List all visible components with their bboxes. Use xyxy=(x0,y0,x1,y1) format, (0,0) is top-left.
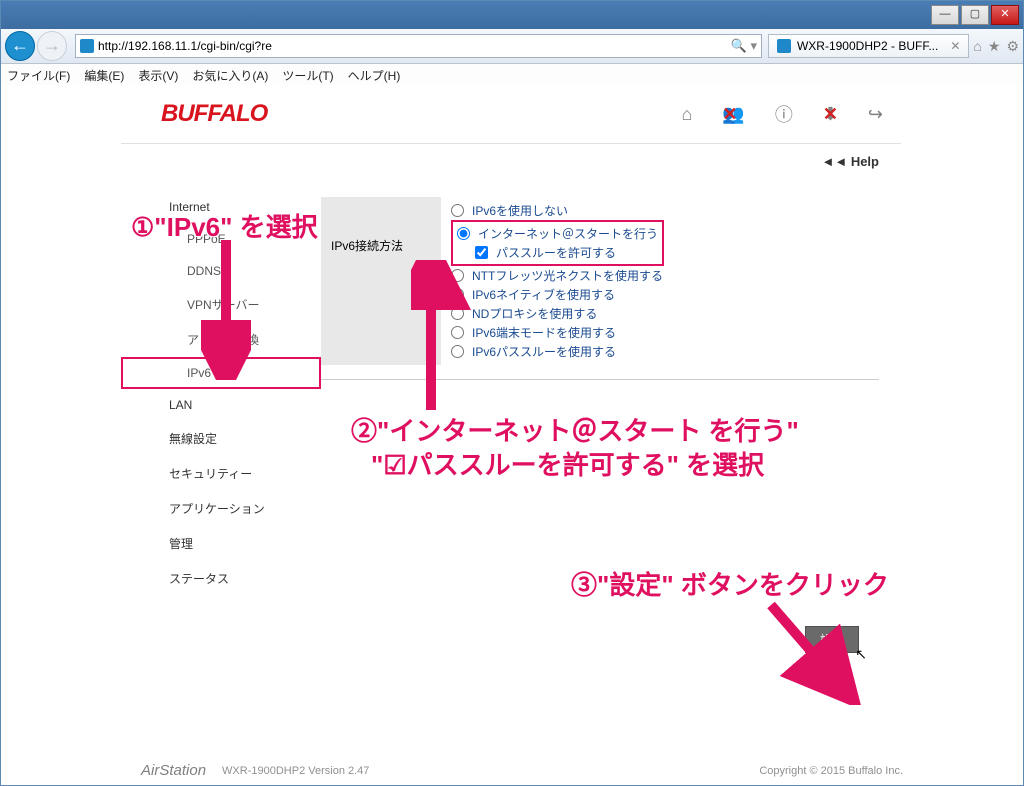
sidebar-item-security[interactable]: セキュリティー xyxy=(121,456,321,491)
address-bar[interactable]: http://192.168.11.1/cgi-bin/cgi?re 🔍 ▾ xyxy=(75,34,762,58)
header-icon-row: ⌂ 👥 ⓘ ⬇ ↪ xyxy=(682,101,883,127)
browser-menubar: ファイル(F) 編集(E) 表示(V) お気に入り(A) ツール(T) ヘルプ(… xyxy=(1,64,1023,87)
sidebar-item-ipv6[interactable]: IPv6 xyxy=(121,357,321,389)
url-text: http://192.168.11.1/cgi-bin/cgi?re xyxy=(98,39,272,53)
maximize-button[interactable]: ▢ xyxy=(961,5,989,25)
favicon-icon xyxy=(80,39,94,53)
tools-icon[interactable]: ⚙ xyxy=(1006,38,1019,55)
page-header: BUFFALO ⌂ 👥 ⓘ ⬇ ↪ xyxy=(121,85,901,144)
divider xyxy=(321,379,879,380)
tab-close-icon[interactable]: ✕ xyxy=(950,39,960,53)
mouse-cursor-icon: ↖ xyxy=(855,646,867,663)
sidebar-item-pppoe[interactable]: PPPoE xyxy=(121,223,321,255)
ipv6-option-passthrough-allow[interactable]: パススルーを許可する xyxy=(457,243,658,262)
ipv6-label-atstart: インターネット＠スタートを行う xyxy=(478,225,658,242)
sidebar-item-admin[interactable]: 管理 xyxy=(121,526,321,561)
menu-tools[interactable]: ツール(T) xyxy=(282,67,333,84)
browser-tab[interactable]: WXR-1900DHP2 - BUFF... ✕ xyxy=(768,34,969,58)
sidebar-item-application[interactable]: アプリケーション xyxy=(121,491,321,526)
ie-window: — ▢ ✕ ← → http://192.168.11.1/cgi-bin/cg… xyxy=(0,0,1024,786)
ipv6-radio-ndproxy[interactable] xyxy=(451,307,464,320)
tab-title: WXR-1900DHP2 - BUFF... xyxy=(797,39,938,53)
help-toggle[interactable]: ◄◄ Help xyxy=(121,144,901,179)
disabled-icon-1[interactable]: 👥 xyxy=(722,104,744,125)
copyright: Copyright © 2015 Buffalo Inc. xyxy=(759,765,903,777)
browser-system-icons: ⌂ ★ ⚙ xyxy=(973,38,1019,55)
ipv6-option-ndproxy[interactable]: NDプロキシを使用する xyxy=(451,304,664,323)
disabled-icon-2[interactable]: ⬇ xyxy=(823,104,838,125)
favorites-icon[interactable]: ★ xyxy=(988,38,1001,55)
menu-file[interactable]: ファイル(F) xyxy=(7,67,70,84)
browser-navbar: ← → http://192.168.11.1/cgi-bin/cgi?re 🔍… xyxy=(1,29,1023,64)
ipv6-option-disable[interactable]: IPv6を使用しない xyxy=(451,201,664,220)
browser-viewport: BUFFALO ⌂ 👥 ⓘ ⬇ ↪ ◄◄ Help Internet PPPoE… xyxy=(1,85,1023,785)
ipv6-label-disable: IPv6を使用しない xyxy=(472,202,568,219)
menu-edit[interactable]: 編集(E) xyxy=(84,67,124,84)
sidebar-item-status[interactable]: ステータス xyxy=(121,561,321,596)
home-icon[interactable]: ⌂ xyxy=(682,104,693,125)
sidebar-item-internet[interactable]: Internet xyxy=(121,191,321,223)
highlighted-option-box: インターネット＠スタートを行う パススルーを許可する xyxy=(451,220,664,266)
sidebar-item-ddns[interactable]: DDNS xyxy=(121,255,321,287)
page-footer: AirStation WXR-1900DHP2 Version 2.47 Cop… xyxy=(141,762,903,779)
ipv6-option-native[interactable]: IPv6ネイティブを使用する xyxy=(451,285,664,304)
main-panel: IPv6接続方法 IPv6を使用しない インターネット＠スタートを行う xyxy=(321,179,879,667)
menu-view[interactable]: 表示(V) xyxy=(138,67,178,84)
forward-button[interactable]: → xyxy=(37,31,67,61)
home-icon[interactable]: ⌂ xyxy=(973,38,981,55)
ipv6-radio-atstart[interactable] xyxy=(457,227,470,240)
search-icon[interactable]: 🔍 ▾ xyxy=(731,38,757,54)
router-admin-page: BUFFALO ⌂ 👥 ⓘ ⬇ ↪ ◄◄ Help Internet PPPoE… xyxy=(121,85,901,667)
minimize-button[interactable]: — xyxy=(931,5,959,25)
window-titlebar: — ▢ ✕ xyxy=(1,1,1023,29)
logout-icon[interactable]: ↪ xyxy=(868,104,883,125)
menu-help[interactable]: ヘルプ(H) xyxy=(348,67,401,84)
sidebar-item-wireless[interactable]: 無線設定 xyxy=(121,421,321,456)
tab-favicon-icon xyxy=(777,39,791,53)
back-button[interactable]: ← xyxy=(5,31,35,61)
ipv6-option-terminal[interactable]: IPv6端末モードを使用する xyxy=(451,323,664,342)
ipv6-label-terminal: IPv6端末モードを使用する xyxy=(472,324,616,341)
apply-button[interactable]: 設定 xyxy=(805,626,859,653)
menu-favorites[interactable]: お気に入り(A) xyxy=(192,67,268,84)
ipv6-checkbox-passthrough[interactable] xyxy=(475,246,488,259)
sidebar-item-lan[interactable]: LAN xyxy=(121,389,321,421)
ipv6-label-ndproxy: NDプロキシを使用する xyxy=(472,305,597,322)
sidebar-nav: Internet PPPoE DDNS VPNサーバー アドレス変換 IPv6 … xyxy=(121,179,321,667)
ipv6-label-passthrough-mode: IPv6パススルーを使用する xyxy=(472,343,616,360)
buffalo-logo: BUFFALO xyxy=(161,100,267,128)
ipv6-option-flets[interactable]: NTTフレッツ光ネクストを使用する xyxy=(451,266,664,285)
ipv6-radio-native[interactable] xyxy=(451,288,464,301)
ipv6-radio-disable[interactable] xyxy=(451,204,464,217)
ipv6-radio-passthrough-mode[interactable] xyxy=(451,345,464,358)
sidebar-item-vpn[interactable]: VPNサーバー xyxy=(121,287,321,322)
model-version: WXR-1900DHP2 Version 2.47 xyxy=(222,765,369,777)
ipv6-radio-flets[interactable] xyxy=(451,269,464,282)
ipv6-option-atstart[interactable]: インターネット＠スタートを行う xyxy=(457,224,658,243)
ipv6-section-label: IPv6接続方法 xyxy=(321,197,441,365)
sidebar-item-nat[interactable]: アドレス変換 xyxy=(121,322,321,357)
ipv6-option-passthrough-mode[interactable]: IPv6パススルーを使用する xyxy=(451,342,664,361)
airstation-logo: AirStation xyxy=(141,762,206,779)
ipv6-label-native: IPv6ネイティブを使用する xyxy=(472,286,615,303)
close-button[interactable]: ✕ xyxy=(991,5,1019,25)
ipv6-label-passthrough: パススルーを許可する xyxy=(496,244,616,261)
ipv6-label-flets: NTTフレッツ光ネクストを使用する xyxy=(472,267,663,284)
page-body: Internet PPPoE DDNS VPNサーバー アドレス変換 IPv6 … xyxy=(121,179,901,667)
ipv6-settings-table: IPv6接続方法 IPv6を使用しない インターネット＠スタートを行う xyxy=(321,197,674,365)
info-icon[interactable]: ⓘ xyxy=(775,101,793,127)
ipv6-radio-terminal[interactable] xyxy=(451,326,464,339)
